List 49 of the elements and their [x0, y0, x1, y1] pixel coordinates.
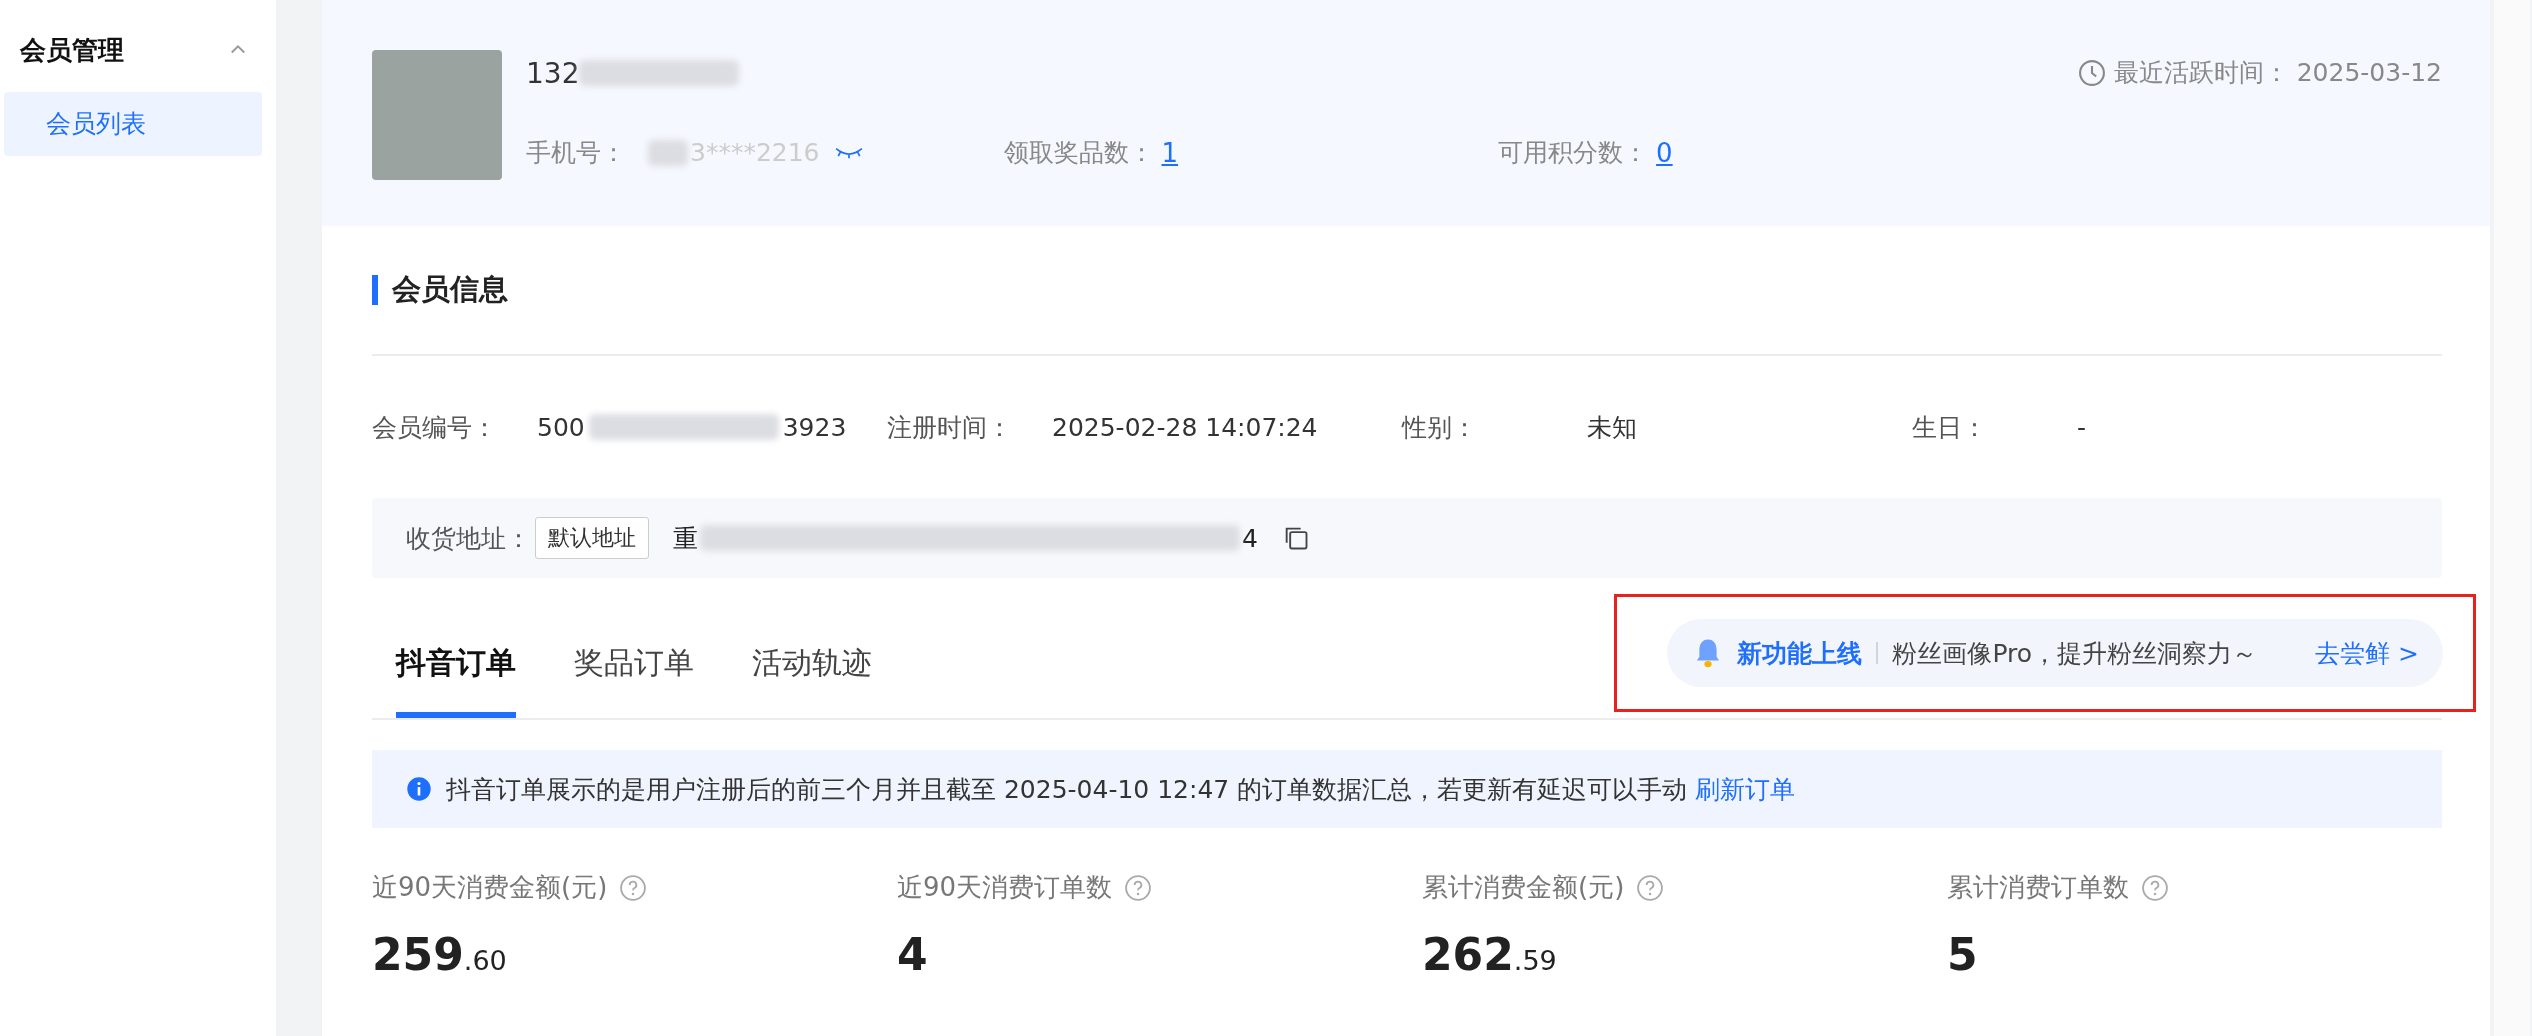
info-icon — [406, 776, 432, 802]
stat-label: 近90天消费金额(元) — [372, 871, 608, 904]
refresh-orders-link[interactable]: 刷新订单 — [1695, 774, 1796, 804]
clock-icon — [2077, 58, 2106, 87]
redaction-blur — [648, 139, 688, 166]
stat-label: 累计消费金额(元) — [1422, 871, 1625, 904]
sidebar-group[interactable]: 会员管理 — [0, 28, 276, 72]
field-label: 性别： — [1402, 411, 1477, 444]
section-marker — [372, 275, 378, 305]
stat-label: 近90天消费订单数 — [897, 871, 1113, 904]
tab[interactable]: 奖品订单 — [574, 643, 694, 718]
stat-value: 4 — [897, 929, 929, 980]
field-label: 生日： — [1912, 411, 1987, 444]
stat-value: 5 — [1947, 929, 1979, 980]
phone-label: 手机号： — [526, 137, 626, 169]
stat-label: 累计消费订单数 — [1947, 871, 2129, 904]
address-label: 收货地址： — [406, 522, 531, 555]
field-value: - — [2077, 412, 2087, 442]
tab[interactable]: 活动轨迹 — [752, 643, 872, 718]
section-title: 会员信息 — [392, 271, 508, 308]
sidebar-item[interactable]: 会员列表 — [4, 92, 262, 156]
field-value: 未知 — [1587, 411, 1637, 444]
field-label: 注册时间： — [887, 411, 1012, 444]
promo-text: 粉丝画像Pro，提升粉丝洞察力～ — [1892, 637, 2258, 670]
tab[interactable]: 抖音订单 — [396, 643, 516, 718]
field-value: 500 — [537, 412, 585, 442]
try-link[interactable]: 去尝鲜 > — [2315, 636, 2419, 670]
field-value: 3923 — [782, 412, 847, 442]
last-active-label: 最近活跃时间： — [2113, 57, 2289, 89]
field-value: 2025-02-28 14:07:24 — [1052, 412, 1318, 442]
default-tag: 默认地址 — [535, 517, 649, 559]
member-name: 132 — [526, 56, 580, 90]
field-label: 会员编号： — [372, 411, 497, 444]
help-icon[interactable] — [2141, 873, 2169, 902]
sidebar-group-label: 会员管理 — [20, 33, 124, 67]
prizes-count-link[interactable]: 1 — [1161, 137, 1179, 168]
points-label: 可用积分数： — [1498, 137, 1649, 169]
address-value: 重 — [673, 522, 698, 555]
notice-text: 抖音订单展示的是用户注册后的前三个月并且截至 2025-04-10 12:47 的订单数据汇总，若更新有延迟可以手动 刷新订单 — [446, 773, 1796, 806]
help-icon[interactable] — [619, 873, 648, 902]
stat-value: 262.59 — [1422, 929, 1558, 980]
promo-title: 新功能上线 — [1737, 637, 1863, 670]
help-icon[interactable] — [1124, 873, 1153, 902]
prizes-label: 领取奖品数： — [1003, 137, 1154, 169]
points-count-link[interactable]: 0 — [1656, 137, 1673, 168]
stat-value: 259.60 — [372, 929, 508, 980]
address-value: 4 — [1242, 523, 1258, 553]
help-icon[interactable] — [1636, 873, 1665, 902]
last-active-date: 2025-03-12 — [2296, 58, 2442, 87]
